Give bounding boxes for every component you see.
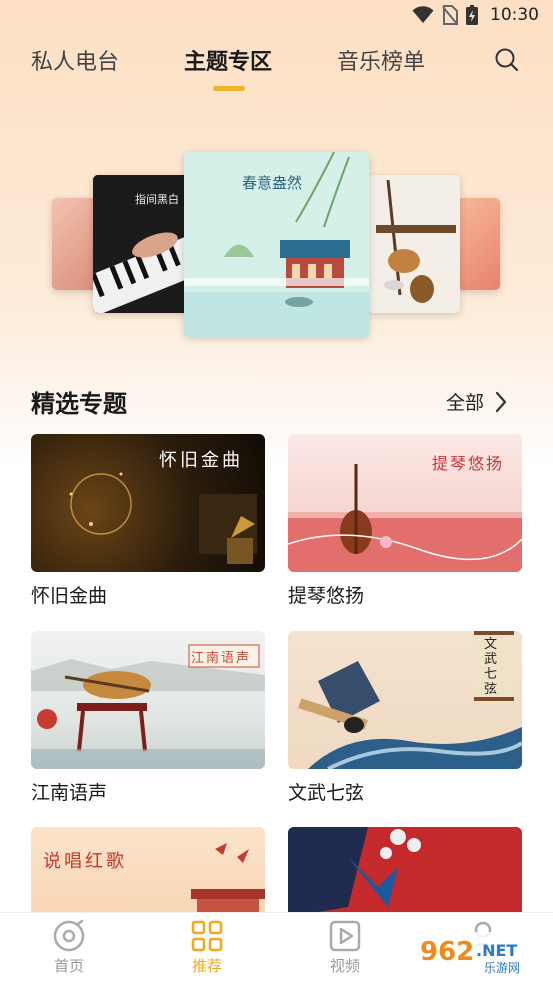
svg-text:乐游网: 乐游网	[484, 961, 520, 975]
spring-card-title: 春意盎然	[242, 174, 302, 192]
wifi-icon	[412, 6, 434, 23]
topic-card[interactable]: 怀旧金曲 怀旧金曲	[31, 434, 265, 608]
topic-thumbnail: 提琴悠扬	[288, 434, 522, 572]
chevron-right-icon	[495, 391, 507, 412]
status-bar: 10:30	[0, 0, 553, 34]
search-icon	[495, 48, 519, 72]
status-time: 10:30	[490, 5, 539, 25]
svg-text:962: 962	[420, 937, 474, 967]
carousel-card-spring[interactable]: 春意盎然	[184, 152, 369, 337]
video-play-icon	[329, 920, 361, 952]
top-tab-bar: 私人电台 主题专区 音乐榜单	[0, 44, 553, 84]
topic-overlay-title: 文武七弦	[484, 637, 498, 697]
section-title: 精选专题	[31, 390, 127, 418]
carousel-card-piano[interactable]: 指间黑白	[93, 175, 189, 313]
topic-thumbnail: 文武七弦	[288, 631, 522, 769]
search-button[interactable]	[494, 46, 520, 74]
view-all-link[interactable]: 全部	[446, 388, 508, 415]
nav-label: 视频	[329, 957, 360, 975]
view-all-label: 全部	[446, 392, 485, 414]
status-icons: 10:30	[412, 5, 539, 25]
tab-music-charts[interactable]: 音乐榜单	[337, 44, 425, 76]
nav-label: 推荐	[191, 957, 222, 975]
topic-thumbnail: 怀旧金曲	[31, 434, 265, 572]
battery-icon	[466, 5, 478, 25]
theme-carousel[interactable]: 指间黑白 春意盎然	[0, 140, 553, 350]
topic-thumbnail: 江南语声	[31, 631, 265, 769]
site-watermark: 962 .NET 乐游网	[414, 932, 546, 976]
piano-card-title: 指间黑白	[135, 192, 179, 206]
spring-illustration: 春意盎然	[184, 152, 369, 337]
topic-card[interactable]: 文武七弦 文武七弦	[288, 631, 522, 805]
nav-label: 首页	[53, 957, 84, 975]
piano-illustration: 指间黑白	[93, 175, 189, 313]
topic-overlay-title: 说唱红歌	[43, 851, 127, 872]
active-tab-indicator	[213, 86, 245, 91]
topic-card[interactable]: 江南语声 江南语声	[31, 631, 265, 805]
grid-icon	[191, 920, 223, 952]
no-sim-icon	[442, 5, 458, 25]
topic-overlay-title: 江南语声	[191, 651, 252, 666]
carousel-card-instruments[interactable]	[368, 175, 460, 313]
topic-caption: 怀旧金曲	[31, 585, 108, 607]
nav-home[interactable]: 首页	[29, 919, 109, 976]
topic-overlay-title: 提琴悠扬	[432, 454, 505, 473]
carousel-card-far-right[interactable]	[458, 198, 500, 290]
nav-recommend[interactable]: 推荐	[167, 919, 247, 976]
topic-caption: 江南语声	[31, 782, 108, 804]
topic-caption: 文武七弦	[288, 782, 365, 804]
topic-caption: 提琴悠扬	[288, 585, 365, 607]
nav-video[interactable]: 视频	[305, 919, 385, 976]
watermark-logo: 962 .NET 乐游网	[420, 937, 520, 975]
topic-overlay-title: 怀旧金曲	[159, 450, 243, 471]
disc-icon	[53, 919, 85, 952]
svg-text:.NET: .NET	[476, 941, 517, 960]
tab-theme-zone[interactable]: 主题专区	[184, 44, 272, 76]
topic-card[interactable]: 提琴悠扬 提琴悠扬	[288, 434, 522, 608]
instruments-illustration	[368, 175, 460, 313]
tab-private-radio[interactable]: 私人电台	[31, 44, 119, 76]
